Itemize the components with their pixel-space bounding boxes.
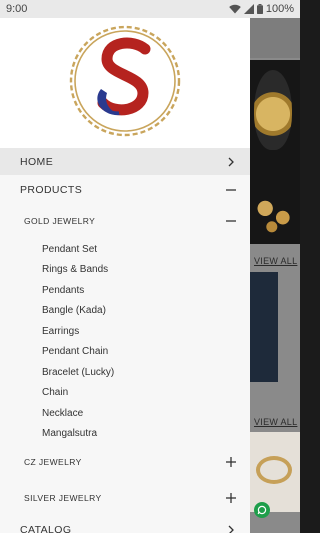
background-product-image[interactable] xyxy=(250,272,278,382)
menu-item-products[interactable]: PRODUCTS xyxy=(0,175,250,204)
status-icons: 100% xyxy=(229,3,294,15)
navigation-drawer: HOME PRODUCTS GOLD JEWELRY Pendant Set R… xyxy=(0,18,250,533)
battery-percent: 100% xyxy=(265,3,294,15)
menu-item-cz-jewelry[interactable]: CZ JEWELRY xyxy=(0,444,250,480)
menu-item-gold-jewelry[interactable]: GOLD JEWELRY xyxy=(0,204,250,237)
view-all-link[interactable]: VIEW ALL xyxy=(254,417,297,427)
chevron-right-icon xyxy=(224,155,238,169)
background-product-image[interactable] xyxy=(250,60,300,244)
submenu-item-rings-bands[interactable]: Rings & Bands xyxy=(0,260,250,281)
minus-icon[interactable] xyxy=(224,183,238,197)
brand-logo[interactable] xyxy=(63,19,187,148)
submenu-item-bracelet-lucky[interactable]: Bracelet (Lucky) xyxy=(0,362,250,383)
menu-item-label: HOME xyxy=(20,155,54,168)
menu-item-label: SILVER JEWELRY xyxy=(24,493,102,503)
plus-icon[interactable] xyxy=(224,491,238,505)
signal-icon xyxy=(243,4,254,14)
wifi-icon xyxy=(229,4,241,14)
ring-image xyxy=(256,456,292,484)
menu-item-home[interactable]: HOME xyxy=(0,148,250,175)
submenu-item-bangle-kada[interactable]: Bangle (Kada) xyxy=(0,301,250,322)
view-all-link[interactable]: VIEW ALL xyxy=(254,256,297,266)
background-product-image[interactable] xyxy=(250,432,300,512)
submenu-item-necklace[interactable]: Necklace xyxy=(0,403,250,424)
drawer-header xyxy=(0,18,250,148)
drawer-menu: HOME PRODUCTS GOLD JEWELRY Pendant Set R… xyxy=(0,148,250,533)
submenu-item-mangalsutra[interactable]: Mangalsutra xyxy=(0,424,250,445)
submenu-item-pendant-set[interactable]: Pendant Set xyxy=(0,239,250,260)
menu-item-catalog[interactable]: CATALOG xyxy=(0,516,250,533)
submenu-item-chain[interactable]: Chain xyxy=(0,383,250,404)
battery-icon xyxy=(256,4,263,14)
submenu-item-pendants[interactable]: Pendants xyxy=(0,280,250,301)
plus-icon[interactable] xyxy=(224,455,238,469)
chevron-right-icon xyxy=(224,523,238,533)
status-time: 9:00 xyxy=(6,3,28,15)
rings-image xyxy=(252,190,296,236)
menu-item-label: PRODUCTS xyxy=(20,183,83,196)
minus-icon[interactable] xyxy=(224,214,238,228)
menu-item-label: CATALOG xyxy=(20,524,72,533)
status-bar: 9:00 100% xyxy=(0,0,300,18)
background-app: VIEW ALL VIEW ALL xyxy=(250,18,300,533)
menu-item-label: CZ JEWELRY xyxy=(24,457,82,467)
background-toolbar xyxy=(250,18,300,58)
submenu-item-pendant-chain[interactable]: Pendant Chain xyxy=(0,342,250,363)
menu-item-label: GOLD JEWELRY xyxy=(24,215,96,226)
submenu-item-earrings[interactable]: Earrings xyxy=(0,321,250,342)
pendant-image xyxy=(254,70,292,150)
whatsapp-icon[interactable] xyxy=(254,502,270,518)
gold-jewelry-submenu: Pendant Set Rings & Bands Pendants Bangl… xyxy=(0,237,250,444)
menu-item-silver-jewelry[interactable]: SILVER JEWELRY xyxy=(0,480,250,516)
